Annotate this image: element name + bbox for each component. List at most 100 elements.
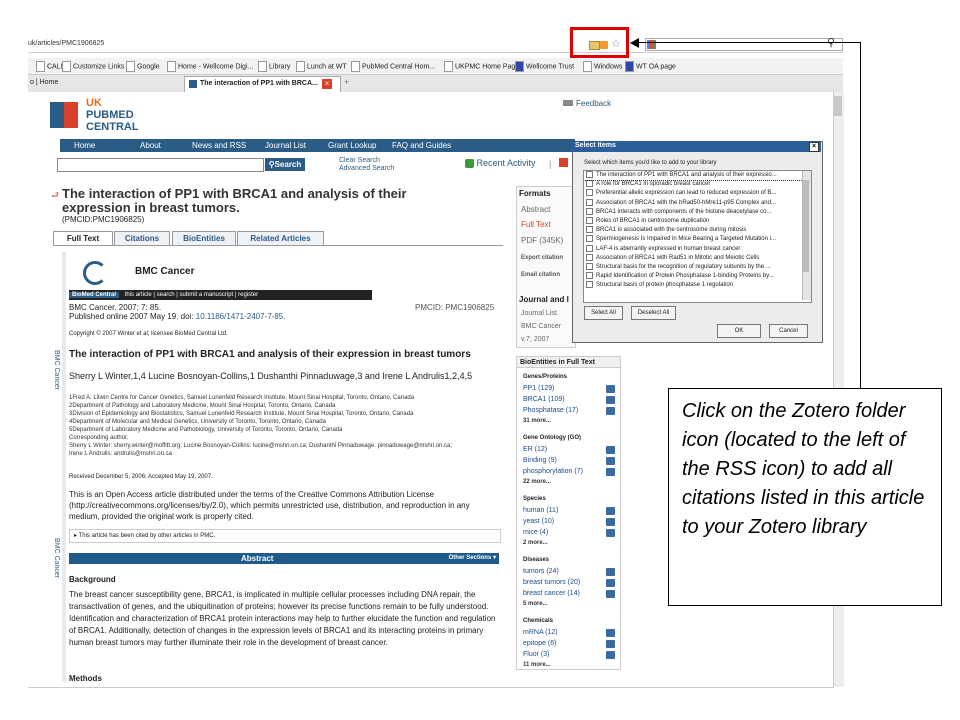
tab-bioentities[interactable]: BioEntities: [172, 231, 236, 246]
bioentity-more-link[interactable]: 31 more...: [523, 418, 551, 424]
history-icon[interactable]: [559, 158, 568, 167]
register-link[interactable]: register: [238, 292, 258, 298]
advanced-search-link[interactable]: Advanced Search: [339, 165, 394, 172]
list-item[interactable]: Rapid Identification of Protein Phosphat…: [584, 272, 811, 281]
bookmark-item[interactable]: Home - Wellcome Digi...: [167, 61, 253, 72]
bioentity-item[interactable]: mice (4): [523, 529, 548, 536]
list-item[interactable]: The interaction of PP1 with BRCA1 and an…: [584, 171, 811, 182]
site-search-input[interactable]: [57, 158, 264, 172]
bookmark-item[interactable]: Lunch at WT: [296, 61, 347, 72]
list-item[interactable]: Structural basis for the recognition of …: [584, 262, 811, 272]
tab-full-text[interactable]: Full Text: [53, 231, 113, 246]
bookmark-item[interactable]: WT OA page: [625, 61, 676, 72]
bmc-cancer-link[interactable]: BMC Cancer: [521, 323, 561, 330]
search-engine-box[interactable]: [645, 38, 843, 51]
list-scrollbar-thumb[interactable]: [803, 180, 809, 272]
nav-journal-list[interactable]: Journal List: [265, 141, 306, 150]
feedback-link[interactable]: Feedback: [563, 99, 611, 108]
bookmark-item[interactable]: UKPMC Home Page: [444, 61, 519, 72]
new-tab-icon[interactable]: +: [344, 77, 349, 87]
magnifier-icon[interactable]: [606, 579, 615, 587]
magnifier-icon[interactable]: [606, 568, 615, 576]
magnifier-icon[interactable]: [606, 640, 615, 648]
bioentity-item[interactable]: ER (12): [523, 446, 547, 453]
scrollbar-thumb[interactable]: [834, 96, 842, 116]
nav-home[interactable]: Home: [74, 141, 95, 150]
bioentity-item[interactable]: phosphorylation (7): [523, 468, 583, 475]
magnifier-icon[interactable]: [606, 518, 615, 526]
bioentity-more-link[interactable]: 22 more...: [523, 479, 551, 485]
close-tab-icon[interactable]: ×: [322, 79, 332, 89]
bioentity-item[interactable]: breast tumors (20): [523, 579, 580, 586]
magnifier-icon[interactable]: [606, 396, 615, 404]
format-full-text[interactable]: Full Text: [521, 220, 551, 229]
magnifier-icon[interactable]: [606, 407, 615, 415]
item-checkbox[interactable]: [586, 244, 593, 252]
magnifier-icon[interactable]: [606, 590, 615, 598]
nav-about[interactable]: About: [140, 141, 161, 150]
volume-link[interactable]: v.7; 2007: [521, 336, 549, 343]
item-checkbox[interactable]: [586, 180, 593, 188]
tab-citations[interactable]: Citations: [114, 231, 170, 246]
bioentity-more-link[interactable]: 2 more...: [523, 540, 548, 546]
dialog-close-icon[interactable]: ×: [809, 142, 819, 152]
magnifier-icon[interactable]: [606, 629, 615, 637]
list-item[interactable]: BRCA1 is associated with the centrosome …: [584, 226, 811, 235]
submit-link[interactable]: submit a manuscript: [180, 292, 234, 298]
bioentity-item[interactable]: tumors (24): [523, 568, 559, 575]
journal-list-link[interactable]: Journal List: [521, 310, 557, 317]
bookmark-item[interactable]: Google: [126, 61, 160, 72]
format-pdf[interactable]: PDF (345K): [521, 236, 563, 245]
item-checkbox[interactable]: [586, 281, 593, 289]
list-item[interactable]: Association of BRCA1 with Rad51 in Mitot…: [584, 253, 811, 263]
magnifier-icon[interactable]: [606, 651, 615, 659]
magnifier-icon[interactable]: [606, 385, 615, 393]
magnifier-icon[interactable]: [606, 468, 615, 476]
bookmark-item[interactable]: PubMed Central Hom...: [351, 61, 435, 72]
this-article-link[interactable]: this article: [125, 292, 152, 298]
bookmark-item[interactable]: Windows: [583, 61, 622, 72]
bioentity-item[interactable]: Phosphatase (17): [523, 407, 578, 414]
list-item[interactable]: Preferential allelic expression can lead…: [584, 189, 811, 198]
biomed-central-link[interactable]: BioMed Central: [69, 292, 120, 298]
recent-activity-link[interactable]: Recent Activity: [465, 158, 536, 169]
list-item[interactable]: BRCA1 interacts with components of the h…: [584, 207, 811, 217]
search-link[interactable]: search: [157, 292, 175, 298]
tab-article[interactable]: The interaction of PP1 with BRCA... ×: [184, 76, 341, 92]
item-checkbox[interactable]: [586, 216, 593, 224]
list-item[interactable]: A role for BRCA1 in sporadic breast canc…: [584, 180, 811, 189]
bioentity-item[interactable]: mRNA (12): [523, 629, 558, 636]
bioentity-more-link[interactable]: 5 more...: [523, 601, 548, 607]
email-citation-link[interactable]: Email citation: [521, 272, 560, 278]
item-checkbox[interactable]: [586, 235, 593, 243]
item-checkbox[interactable]: [586, 171, 593, 178]
item-checkbox[interactable]: [586, 207, 593, 215]
doi-link[interactable]: 10.1186/1471-2407-7-85.: [196, 312, 286, 321]
magnifier-icon[interactable]: [606, 507, 615, 515]
bookmark-item[interactable]: Library: [258, 61, 290, 72]
bioentity-item[interactable]: epitope (6): [523, 640, 556, 647]
list-item[interactable]: Spermiogenesis Is Impaired in Mice Beari…: [584, 235, 811, 244]
item-checkbox[interactable]: [586, 253, 593, 261]
bioentity-item[interactable]: PP1 (129): [523, 385, 555, 392]
clear-search-link[interactable]: Clear Search: [339, 157, 380, 164]
bioentity-item[interactable]: breast cancer (14): [523, 590, 580, 597]
tab-related-articles[interactable]: Related Articles: [237, 231, 324, 246]
nav-grant-lookup[interactable]: Grant Lookup: [328, 141, 376, 150]
bookmark-item[interactable]: Wellcome Trust: [515, 61, 574, 72]
bioentity-item[interactable]: yeast (10): [523, 518, 554, 525]
search-button[interactable]: ⚲Search: [265, 158, 305, 171]
item-checkbox[interactable]: [586, 226, 593, 234]
list-item[interactable]: Structural basis of protein phosphatase …: [584, 281, 811, 290]
deselect-all-button[interactable]: Deselect All: [631, 306, 676, 320]
bioentity-item[interactable]: BRCA1 (109): [523, 396, 565, 403]
list-item[interactable]: Association of BRCA1 with the hRad50-hMr…: [584, 198, 811, 208]
item-checkbox[interactable]: [586, 262, 593, 270]
other-sections-dropdown[interactable]: Other Sections ▾: [449, 553, 496, 564]
format-abstract[interactable]: Abstract: [521, 205, 550, 214]
item-checkbox[interactable]: [586, 198, 593, 206]
bioentity-more-link[interactable]: 11 more...: [523, 662, 551, 668]
ok-button[interactable]: OK: [717, 324, 761, 338]
pdf-icon[interactable]: ⮐: [51, 188, 59, 204]
list-item[interactable]: LAF-4 is aberrantly expressed in human b…: [584, 244, 811, 254]
